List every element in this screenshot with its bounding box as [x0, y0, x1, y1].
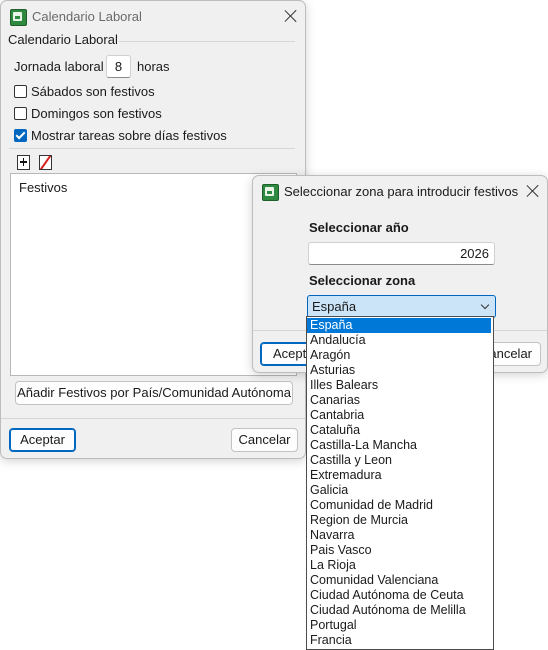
- zone-label: Seleccionar zona: [309, 273, 416, 288]
- title-bar: Calendario Laboral: [1, 1, 305, 31]
- dropdown-option[interactable]: Pais Vasco: [310, 543, 372, 558]
- list-header: Festivos: [19, 180, 68, 195]
- jornada-input[interactable]: 8: [106, 55, 131, 78]
- dropdown-option[interactable]: Illes Balears: [310, 378, 378, 393]
- year-input[interactable]: 2026: [308, 242, 495, 265]
- dropdown-option[interactable]: Francia: [310, 633, 352, 648]
- dropdown-option[interactable]: Cataluña: [310, 423, 360, 438]
- dropdown-option[interactable]: Ciudad Autónoma de Ceuta: [310, 588, 464, 603]
- footer-separator: [1, 418, 305, 419]
- dropdown-option[interactable]: Portugal: [310, 618, 357, 633]
- dropdown-option[interactable]: Asturias: [310, 363, 355, 378]
- horas-label: horas: [137, 59, 170, 74]
- dropdown-option[interactable]: Andalucía: [310, 333, 366, 348]
- dropdown-option[interactable]: Aragón: [310, 348, 350, 363]
- toolbar-separator: [9, 148, 295, 149]
- jornada-label: Jornada laboral: [14, 59, 104, 74]
- close-icon[interactable]: [284, 9, 298, 23]
- dropdown-option[interactable]: Ciudad Autónoma de Melilla: [310, 603, 466, 618]
- dropdown-option[interactable]: Cantabria: [310, 408, 364, 423]
- chevron-down-icon: [480, 300, 490, 310]
- mostrar-tareas-label[interactable]: Mostrar tareas sobre días festivos: [31, 128, 227, 143]
- dropdown-option[interactable]: España: [307, 318, 491, 333]
- zone-title-bar: Seleccionar zona para introducir festivo…: [253, 176, 547, 206]
- dropdown-option[interactable]: Castilla y Leon: [310, 453, 392, 468]
- add-icon[interactable]: [17, 155, 30, 170]
- dropdown-option[interactable]: Region de Murcia: [310, 513, 408, 528]
- dropdown-option[interactable]: Comunidad de Madrid: [310, 498, 433, 513]
- dropdown-option[interactable]: Castilla-La Mancha: [310, 438, 417, 453]
- cancel-button[interactable]: Cancelar: [231, 428, 298, 452]
- app-calendar-icon: [262, 184, 279, 201]
- jornada-value: 8: [114, 59, 123, 74]
- year-value: 2026: [460, 246, 489, 261]
- sabados-label[interactable]: Sábados son festivos: [31, 84, 155, 99]
- delete-icon[interactable]: [39, 155, 52, 170]
- zone-window-title: Seleccionar zona para introducir festivo…: [284, 184, 519, 199]
- domingos-label[interactable]: Domingos son festivos: [31, 106, 162, 121]
- dropdown-option[interactable]: Extremadura: [310, 468, 382, 483]
- dropdown-option[interactable]: Navarra: [310, 528, 354, 543]
- close-icon[interactable]: [526, 184, 540, 198]
- zone-selected-value: España: [312, 299, 357, 314]
- add-holidays-button[interactable]: Añadir Festivos por País/Comunidad Autón…: [15, 381, 293, 405]
- group-separator: [119, 41, 295, 42]
- mostrar-tareas-checkbox[interactable]: [14, 129, 27, 142]
- dropdown-option[interactable]: Comunidad Valenciana: [310, 573, 438, 588]
- zone-select[interactable]: España: [307, 295, 496, 318]
- domingos-checkbox[interactable]: [14, 107, 27, 120]
- group-label: Calendario Laboral: [8, 32, 118, 47]
- accept-button[interactable]: Aceptar: [9, 428, 76, 452]
- zone-dropdown-list[interactable]: España Andalucía Aragón Asturias Illes Balea…: [306, 316, 494, 650]
- dropdown-option[interactable]: La Rioja: [310, 558, 356, 573]
- dropdown-option[interactable]: Canarias: [310, 393, 360, 408]
- dropdown-option[interactable]: Galicia: [310, 483, 348, 498]
- window-title: Calendario Laboral: [32, 9, 142, 24]
- app-calendar-icon: [10, 9, 27, 26]
- sabados-checkbox[interactable]: [14, 85, 27, 98]
- year-label: Seleccionar año: [309, 220, 409, 235]
